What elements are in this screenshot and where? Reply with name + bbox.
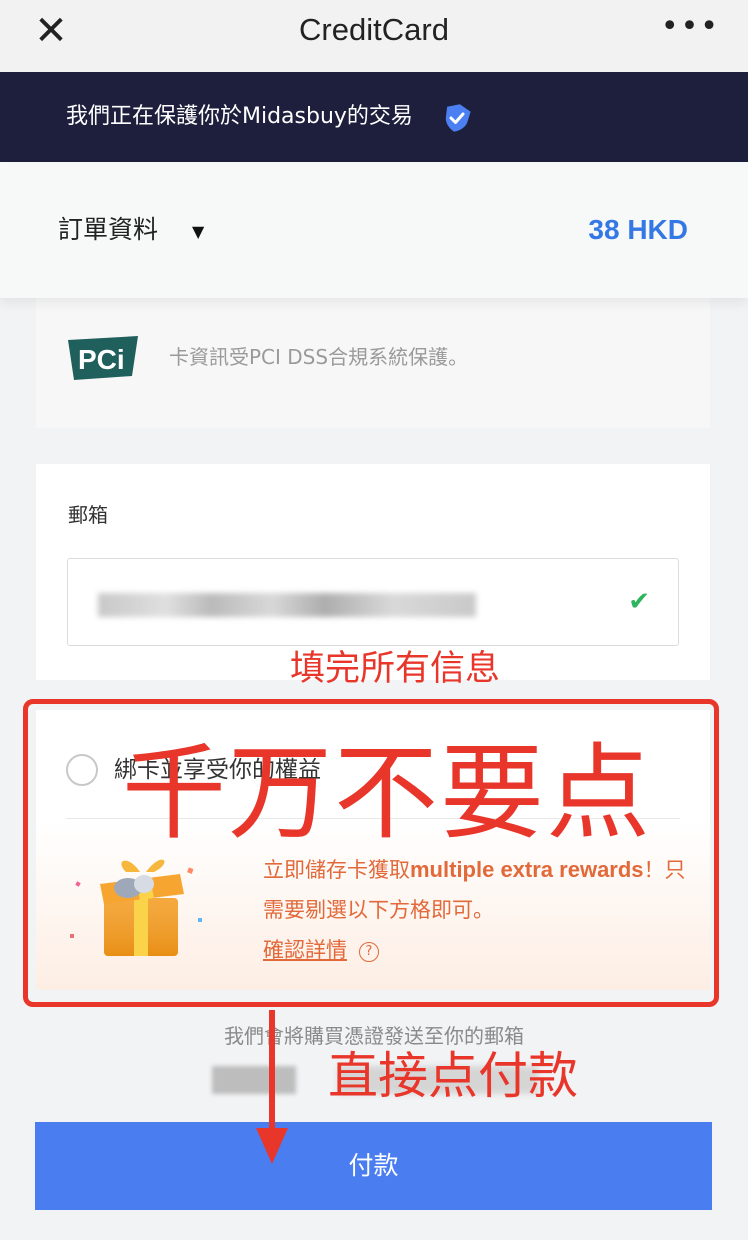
top-bar: ✕ CreditCard ••• (0, 0, 748, 72)
pci-logo: PCi (68, 336, 138, 380)
order-amount: 38 HKD (588, 214, 688, 245)
shield-check-icon (445, 104, 471, 132)
pci-notice: PCi 卡資訊受PCI DSS合規系統保護。 (36, 298, 710, 428)
order-summary: 訂單資料 ▼ 38 HKD (0, 162, 748, 298)
email-field[interactable]: ✔ (67, 558, 679, 646)
more-options-icon[interactable]: ••• (661, 12, 720, 42)
svg-text:PCi: PCi (78, 344, 125, 375)
check-icon: ✔ (628, 587, 650, 617)
annotation-fill-all: 填完所有信息 (290, 649, 501, 689)
pay-button[interactable]: 付款 (35, 1122, 712, 1210)
caret-down-icon[interactable]: ▼ (192, 222, 204, 242)
pci-text: 卡資訊受PCI DSS合規系統保護。 (169, 345, 469, 369)
email-value-redacted (98, 593, 476, 617)
order-details-toggle[interactable]: 訂單資料 (58, 212, 158, 248)
annotation-click-pay: 直接点付款 (328, 1047, 578, 1105)
annotation-do-not-click: 千万不要点 (122, 732, 653, 854)
security-banner: 我們正在保護你於Midasbuy的交易 (0, 72, 748, 162)
email-label: 郵箱 (68, 503, 108, 527)
security-text: 我們正在保護你於Midasbuy的交易 (66, 104, 413, 129)
annotation-arrow-down-icon (256, 1010, 288, 1164)
page-title: CreditCard (299, 12, 449, 47)
